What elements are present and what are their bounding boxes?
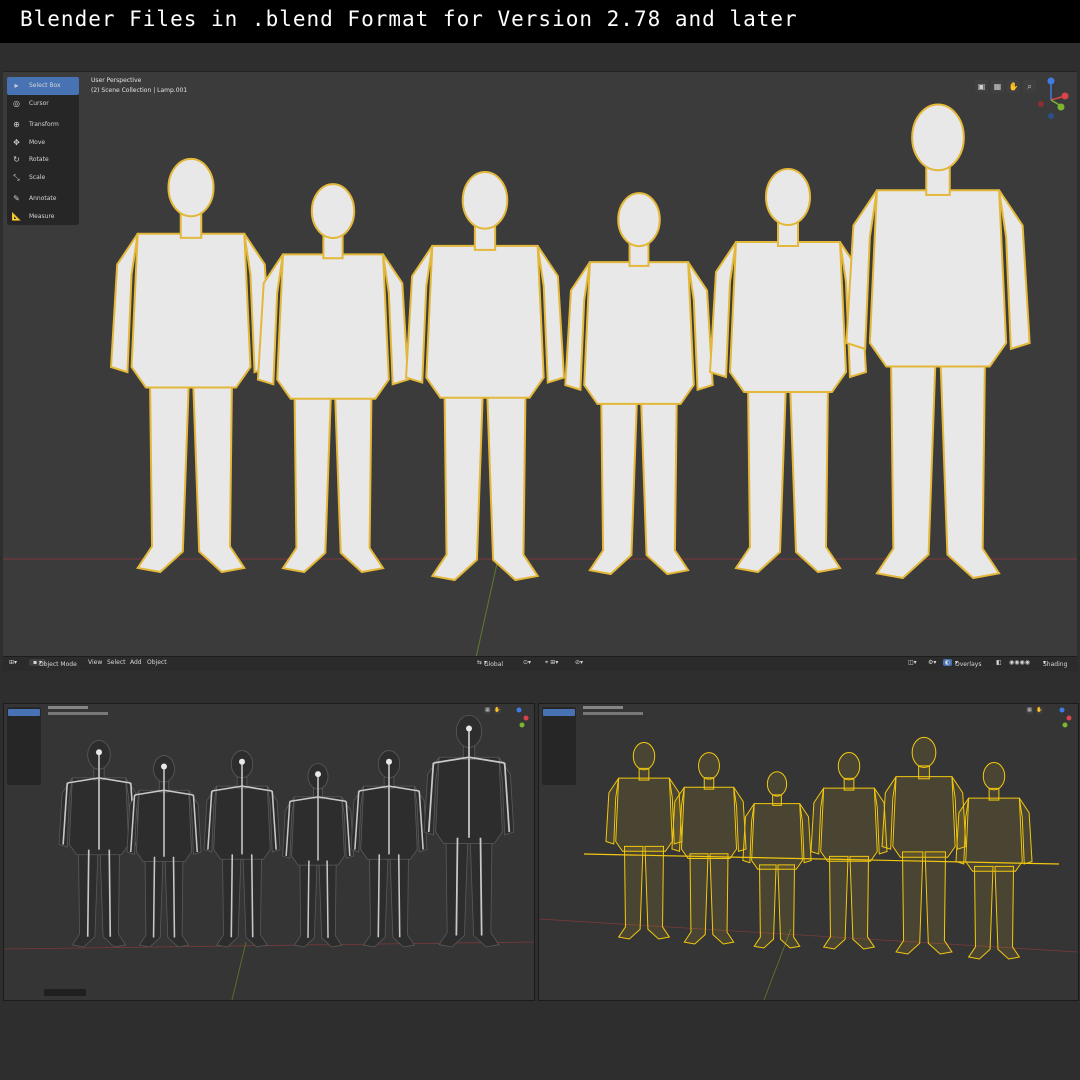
tool-label: Rotate: [29, 156, 49, 164]
figure-mesh[interactable]: [256, 183, 410, 574]
menu-object[interactable]: Object: [147, 659, 167, 666]
mini-active-tool[interactable]: [543, 709, 575, 716]
armature-scene[interactable]: [4, 704, 534, 1000]
wireframe-scene[interactable]: [539, 704, 1078, 1000]
select-box-icon: ▸: [14, 81, 19, 91]
shading-modes[interactable]: ◉◉◉◉: [1009, 659, 1030, 666]
figure-wireframe-selected[interactable]: [671, 752, 747, 945]
figure-mesh[interactable]: [845, 103, 1031, 580]
mini-active-tool[interactable]: [8, 709, 40, 716]
tool-move[interactable]: ✥ Move: [7, 134, 79, 152]
tool-scale[interactable]: ⤡ Scale: [7, 169, 79, 187]
mini-view-name: [583, 706, 623, 709]
annotate-icon: ✎: [13, 194, 20, 204]
viewport-header: ⊞▾ ▪ Object Mode ▾ View Select Add Objec…: [3, 656, 1077, 671]
proportional-edit-icon[interactable]: ⊘▾: [575, 659, 583, 666]
banner-title: Blender Files in .blend Format for Versi…: [20, 7, 798, 31]
xray-icon[interactable]: ◧: [996, 659, 1002, 666]
figure-wireframe-selected[interactable]: [605, 742, 683, 940]
mini-tool-shelf: [542, 707, 576, 785]
mini-hand-icon[interactable]: ✋: [494, 707, 501, 714]
tool-annotate[interactable]: ✎ Annotate: [7, 190, 79, 208]
rotate-icon: ↻: [13, 155, 20, 165]
figure-wireframe-selected[interactable]: [955, 762, 1033, 960]
shading-label: Shading: [1043, 661, 1068, 668]
figure-mesh[interactable]: [708, 168, 868, 574]
wireframe-viewport[interactable]: ▦ ✋: [538, 703, 1079, 1001]
snap-icon[interactable]: ⌖ ⊞▾: [545, 659, 558, 667]
menu-select[interactable]: Select: [107, 659, 126, 666]
mini-grid-icon[interactable]: ▦: [484, 707, 491, 714]
overlays-dropdown[interactable]: Overlays ▾: [955, 659, 981, 668]
tool-label: Move: [29, 138, 46, 146]
tool-measure[interactable]: 📐 Measure: [7, 208, 79, 226]
tool-label: Scale: [29, 173, 46, 181]
overlays-toggle-icon[interactable]: ◐: [943, 659, 953, 666]
scene-info: (2) Scene Collection | Lamp.001: [91, 87, 188, 94]
mode-label: Object Mode: [38, 661, 77, 668]
tool-cursor[interactable]: ◎ Cursor: [7, 95, 79, 113]
camera-view-icon[interactable]: ▣: [975, 80, 988, 93]
tool-transform[interactable]: ⊕ Transform: [7, 116, 79, 134]
mini-tool-shelf: [7, 707, 41, 785]
visibility-icon[interactable]: ◫▾: [908, 659, 917, 666]
navigation-gizmo[interactable]: [1035, 76, 1071, 122]
transform-icon: ⊕: [13, 120, 20, 130]
cursor-icon: ◎: [13, 98, 20, 108]
orientation-label: Global: [483, 661, 504, 668]
menu-view[interactable]: View: [88, 659, 102, 666]
mini-status-pill: [44, 989, 86, 996]
viewport-scene[interactable]: [3, 72, 1077, 671]
figure-mesh[interactable]: [404, 170, 566, 582]
view-name: User Perspective: [91, 77, 142, 84]
figure-wireframe-selected[interactable]: [881, 736, 967, 955]
mode-dropdown[interactable]: ▪ Object Mode ▾: [29, 659, 77, 668]
mini-scene-info: [583, 712, 643, 715]
pivot-icon[interactable]: ⊙▾: [523, 659, 531, 666]
tool-label: Transform: [29, 121, 59, 129]
tool-label: Cursor: [29, 99, 49, 107]
tool-label: Select Box: [29, 82, 61, 90]
mini-scene-info: [48, 712, 108, 715]
mini-navigation-gizmo[interactable]: [1051, 706, 1073, 730]
tool-shelf: ▸ Select Box ◎ Cursor ⊕ Transform ✥ Move ↻ Ro…: [7, 77, 79, 225]
mini-hand-icon[interactable]: ✋: [1036, 707, 1043, 714]
grid-view-icon[interactable]: ▦: [991, 80, 1004, 93]
figure-mesh[interactable]: [564, 192, 714, 576]
measure-icon: 📐: [11, 211, 22, 221]
tool-label: Measure: [29, 212, 55, 220]
menu-add[interactable]: Add: [130, 659, 142, 666]
pan-hand-icon[interactable]: ✋: [1007, 80, 1020, 93]
overlays-label: Overlays: [955, 661, 982, 668]
figure-mesh[interactable]: [110, 157, 272, 574]
tool-select-box[interactable]: ▸ Select Box: [7, 77, 79, 95]
figure-wireframe-selected[interactable]: [742, 771, 812, 949]
editor-type-icon[interactable]: ⊞▾: [9, 659, 17, 666]
tool-label: Annotate: [29, 195, 57, 203]
y-axis-line: [472, 558, 499, 671]
move-icon: ✥: [13, 137, 20, 147]
scale-icon: ⤡: [13, 172, 20, 182]
title-banner: Blender Files in .blend Format for Versi…: [0, 0, 1080, 43]
shading-dropdown[interactable]: Shading ▾: [1043, 659, 1067, 668]
gizmo-toggle-icon[interactable]: ⚙▾: [928, 659, 936, 666]
main-viewport[interactable]: User Perspective (2) Scene Collection | …: [3, 71, 1077, 671]
armature-viewport[interactable]: ▦ ✋: [3, 703, 535, 1001]
figure-wireframe-selected[interactable]: [810, 752, 888, 950]
mini-view-name: [48, 706, 88, 709]
mini-grid-icon[interactable]: ▦: [1026, 707, 1033, 714]
orientation-dropdown[interactable]: ⇆ Global ▾: [477, 659, 503, 668]
mini-navigation-gizmo[interactable]: [508, 706, 530, 730]
tool-rotate[interactable]: ↻ Rotate: [7, 151, 79, 169]
